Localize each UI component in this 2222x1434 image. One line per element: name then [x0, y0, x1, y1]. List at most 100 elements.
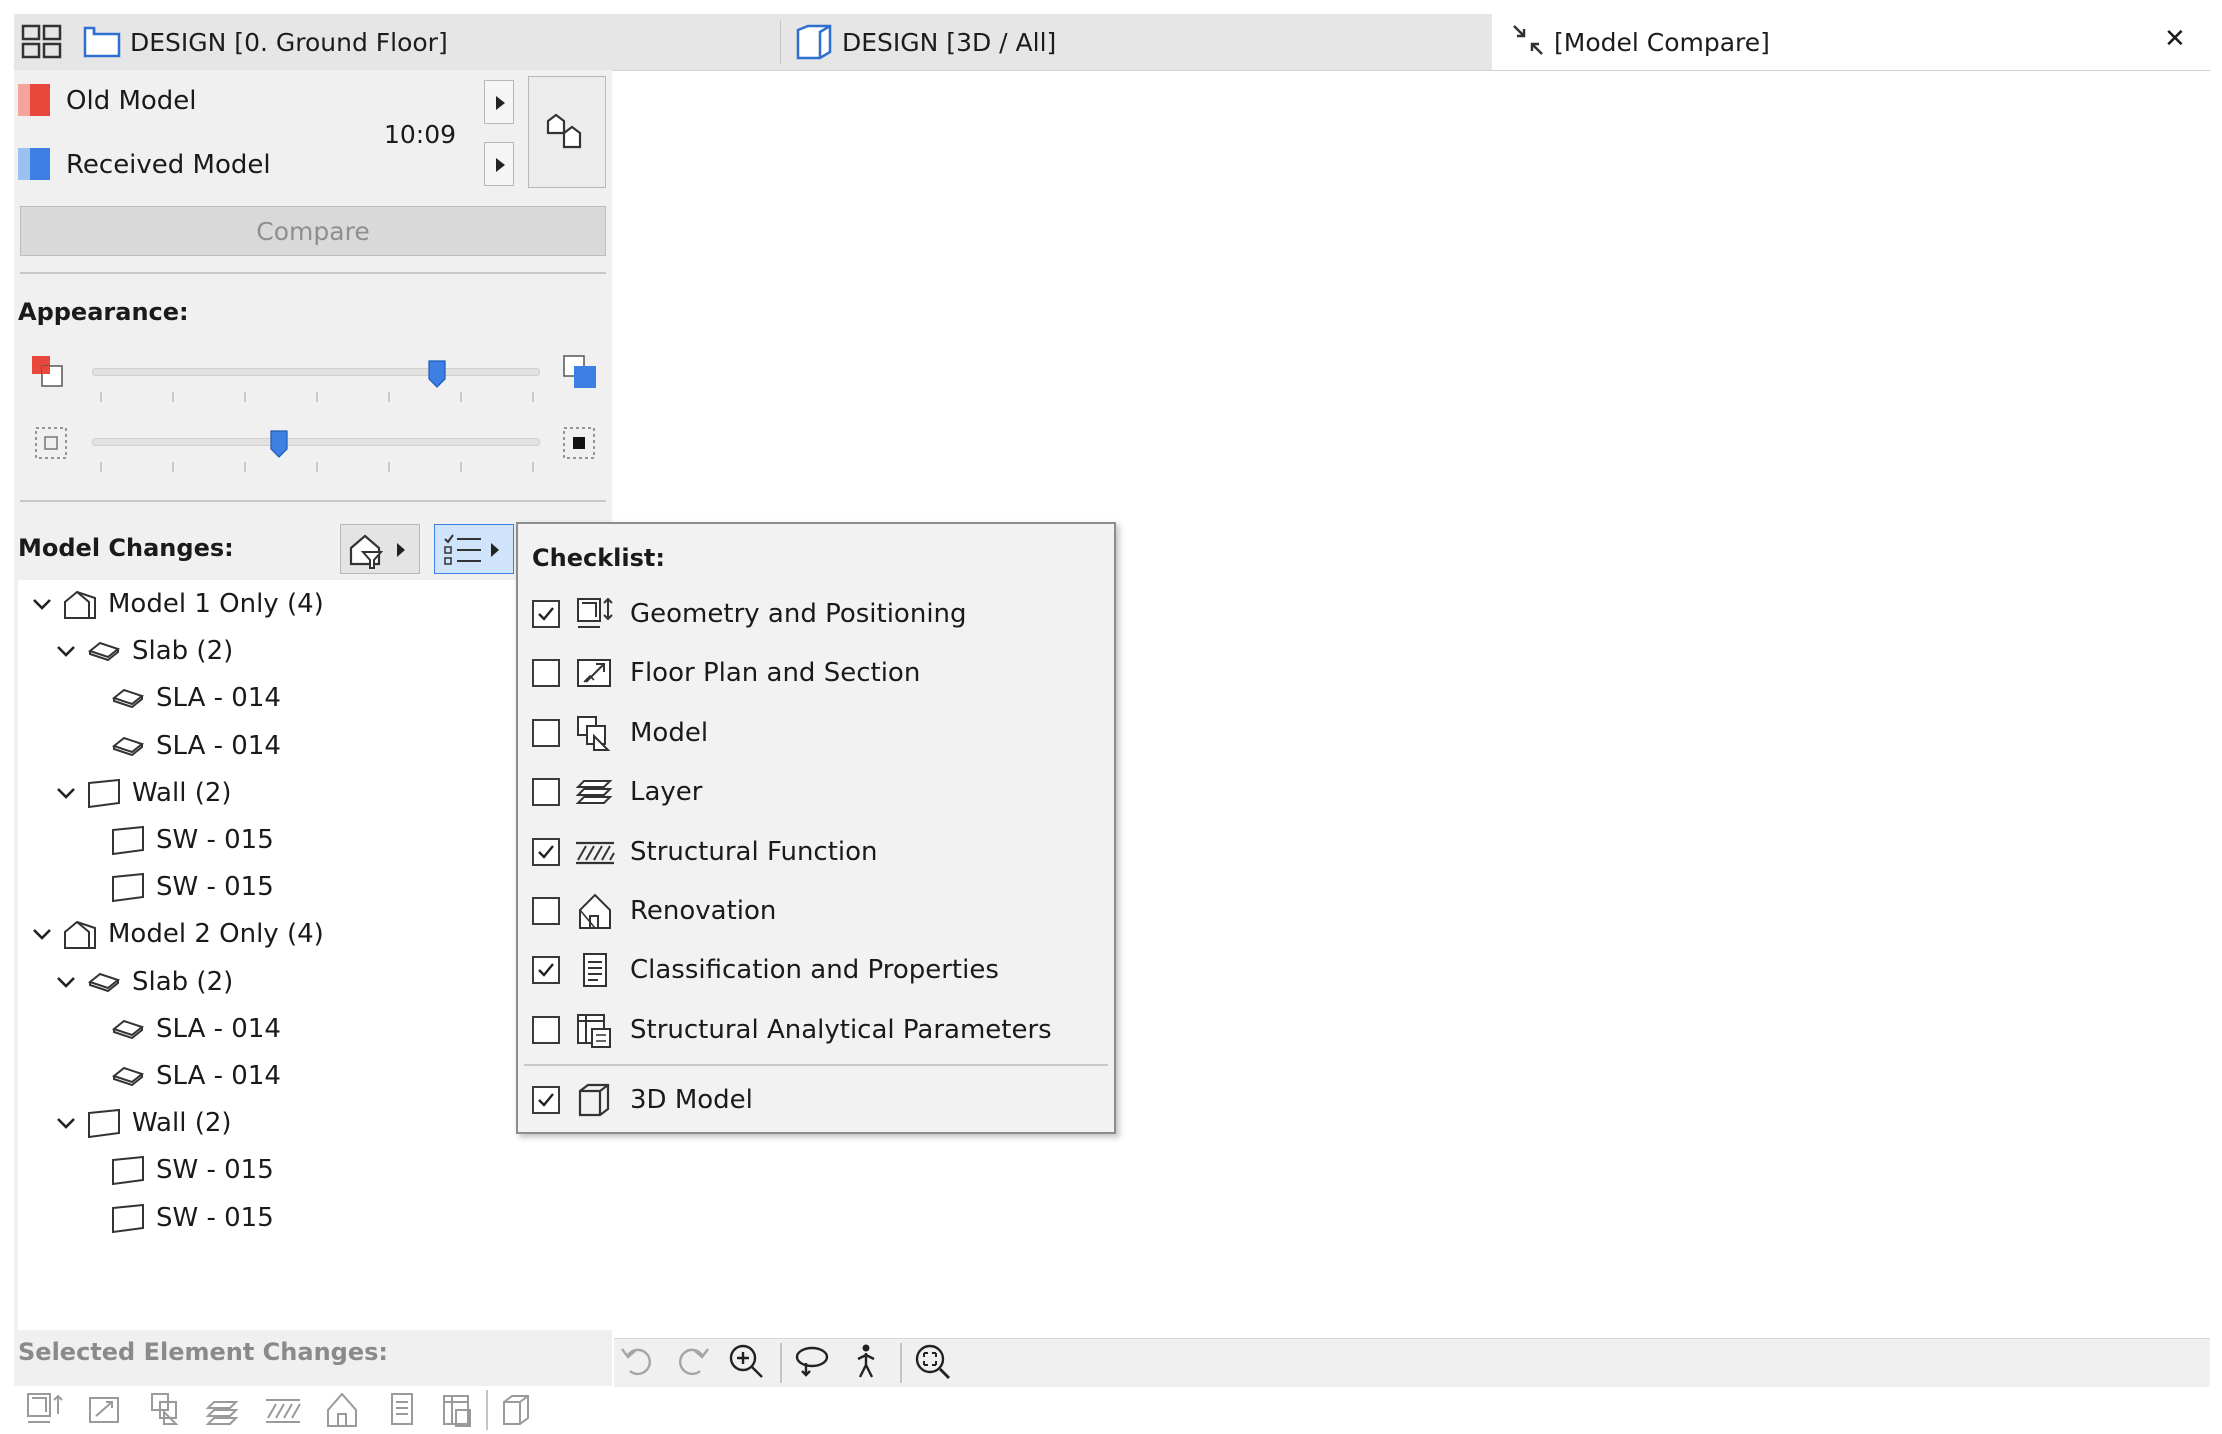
chevron-down-icon[interactable]	[30, 922, 54, 946]
tree-item[interactable]: Model 2 Only (4)	[30, 912, 324, 956]
tab-label: [Model Compare]	[1554, 27, 1770, 57]
tree-item-label: SLA - 014	[156, 1061, 281, 1091]
wall-icon	[110, 871, 146, 903]
tree-item-label: Slab (2)	[132, 966, 234, 997]
checkbox-unchecked[interactable]	[532, 778, 560, 807]
redo-icon[interactable]	[672, 1341, 712, 1381]
tree-item[interactable]: Slab (2)	[54, 960, 233, 1004]
received-model-label: Received Model	[66, 150, 271, 180]
chevron-down-icon[interactable]	[54, 1111, 78, 1135]
zoom-in-icon[interactable]	[726, 1341, 766, 1381]
chevron-down-icon[interactable]	[54, 781, 78, 805]
checklist-item-label: Model	[630, 717, 709, 748]
tree-item[interactable]: Wall (2)	[54, 1101, 232, 1145]
model-icon	[574, 714, 616, 752]
swap-models-button[interactable]	[528, 76, 606, 188]
tree-item[interactable]: SLA - 014	[78, 676, 281, 720]
tab-model-compare[interactable]: [Model Compare] ✕	[1492, 14, 2210, 70]
opaque-icon	[562, 426, 596, 460]
transparent-icon	[34, 426, 68, 460]
close-icon[interactable]: ✕	[2164, 24, 2186, 54]
checklist-item[interactable]: Renovation	[532, 885, 776, 937]
checkbox-unchecked[interactable]	[532, 1015, 560, 1044]
checklist-item[interactable]: Layer	[532, 766, 703, 818]
tab-ground-floor[interactable]: DESIGN [0. Ground Floor]	[82, 14, 792, 70]
checklist-popup: Checklist: Geometry and Positioning Floor…	[516, 522, 1116, 1134]
checkbox-checked[interactable]	[532, 837, 560, 866]
model-blend-slider-thumb[interactable]	[428, 360, 446, 388]
checklist-item-label: Geometry and Positioning	[630, 599, 967, 629]
tree-item[interactable]: SW - 015	[78, 818, 274, 862]
checklist-item[interactable]: Floor Plan and Section	[532, 647, 920, 699]
old-model-dropdown-button[interactable]	[484, 80, 514, 124]
tree-item-label: SLA - 014	[156, 730, 281, 761]
chevron-down-icon[interactable]	[54, 970, 78, 994]
model-blend-slider[interactable]	[92, 368, 540, 376]
old-model-label: Old Model	[66, 86, 197, 116]
checklist-item-label: Renovation	[630, 896, 777, 926]
received-model-swatch	[18, 148, 50, 180]
swap-models-icon	[545, 113, 589, 153]
tree-item[interactable]: SLA - 014	[78, 1007, 281, 1051]
model-house-icon	[62, 588, 98, 620]
selected-element-icons	[24, 1388, 604, 1434]
checklist-item[interactable]: Structural Function	[532, 826, 878, 878]
orbit-icon[interactable]	[792, 1341, 832, 1381]
walk-icon[interactable]	[846, 1341, 886, 1381]
received-model-color-icon	[560, 354, 600, 390]
checklist-item-label: Layer	[630, 777, 703, 808]
wall-icon	[86, 1107, 122, 1139]
appearance-title: Appearance:	[18, 298, 189, 326]
structural-function-icon	[574, 833, 616, 871]
undo-icon[interactable]	[618, 1341, 658, 1381]
checkbox-unchecked[interactable]	[532, 659, 560, 688]
tree-item[interactable]: Slab (2)	[54, 629, 233, 673]
checklist-item[interactable]: Classification and Properties	[532, 944, 999, 996]
tree-item[interactable]: SLA - 014	[78, 1054, 281, 1098]
tab-bar: DESIGN [0. Ground Floor] DESIGN [3D / Al…	[14, 14, 2210, 71]
tree-item[interactable]: SW - 015	[78, 1148, 274, 1192]
tab-overview-icon[interactable]	[20, 22, 64, 62]
filter-dropdown-button[interactable]	[340, 524, 420, 574]
chevron-down-icon[interactable]	[30, 592, 54, 616]
model-time: 10:09	[384, 120, 457, 149]
checklist-item-label: Structural Analytical Parameters	[630, 1014, 1052, 1045]
fit-in-window-icon[interactable]	[912, 1341, 952, 1381]
checkbox-checked[interactable]	[532, 600, 560, 628]
checkbox-checked[interactable]	[532, 956, 560, 985]
renovation-icon	[574, 892, 616, 930]
checklist-dropdown-button[interactable]	[434, 524, 514, 574]
tree-item-label: Model 2 Only (4)	[108, 919, 324, 950]
old-model-swatch	[18, 84, 50, 116]
compare-button[interactable]: Compare	[20, 206, 606, 256]
tab-3d-view[interactable]: DESIGN [3D / All]	[794, 14, 1504, 70]
tree-item-label: SW - 015	[156, 825, 274, 855]
tree-item[interactable]: SW - 015	[78, 865, 274, 909]
checkbox[interactable]	[532, 1086, 560, 1114]
chevron-down-icon[interactable]	[54, 639, 78, 663]
checklist-item[interactable]: Structural Analytical Parameters	[532, 1004, 1052, 1056]
opacity-slider-thumb[interactable]	[270, 430, 288, 458]
checklist-item[interactable]: Geometry and Positioning	[532, 588, 967, 640]
checkbox-unchecked[interactable]	[532, 718, 560, 747]
received-model-dropdown-button[interactable]	[484, 142, 514, 186]
checkbox-unchecked[interactable]	[532, 897, 560, 925]
tree-item[interactable]: SW - 015	[78, 1196, 274, 1240]
tree-item-label: SW - 015	[156, 872, 274, 903]
tree-item-label: SLA - 014	[156, 1013, 281, 1044]
checklist-item[interactable]: Model	[532, 707, 708, 759]
tree-item[interactable]: SLA - 014	[78, 724, 281, 768]
slab-icon	[86, 635, 122, 667]
tree-item-label: Model 1 Only (4)	[108, 589, 324, 619]
model-changes-title: Model Changes:	[18, 534, 234, 562]
opacity-slider[interactable]	[92, 438, 540, 446]
checklist-item-3d-model[interactable]: 3D Model	[532, 1074, 753, 1126]
tree-item[interactable]: Wall (2)	[54, 771, 232, 815]
slab-icon	[86, 966, 122, 998]
tab-label: DESIGN [3D / All]	[842, 27, 1057, 57]
classification-icon	[574, 951, 616, 989]
tree-item-label: SW - 015	[156, 1202, 274, 1233]
tree-item[interactable]: Model 1 Only (4)	[30, 582, 324, 626]
filter-icon	[347, 530, 417, 570]
checklist-title: Checklist:	[532, 544, 665, 572]
